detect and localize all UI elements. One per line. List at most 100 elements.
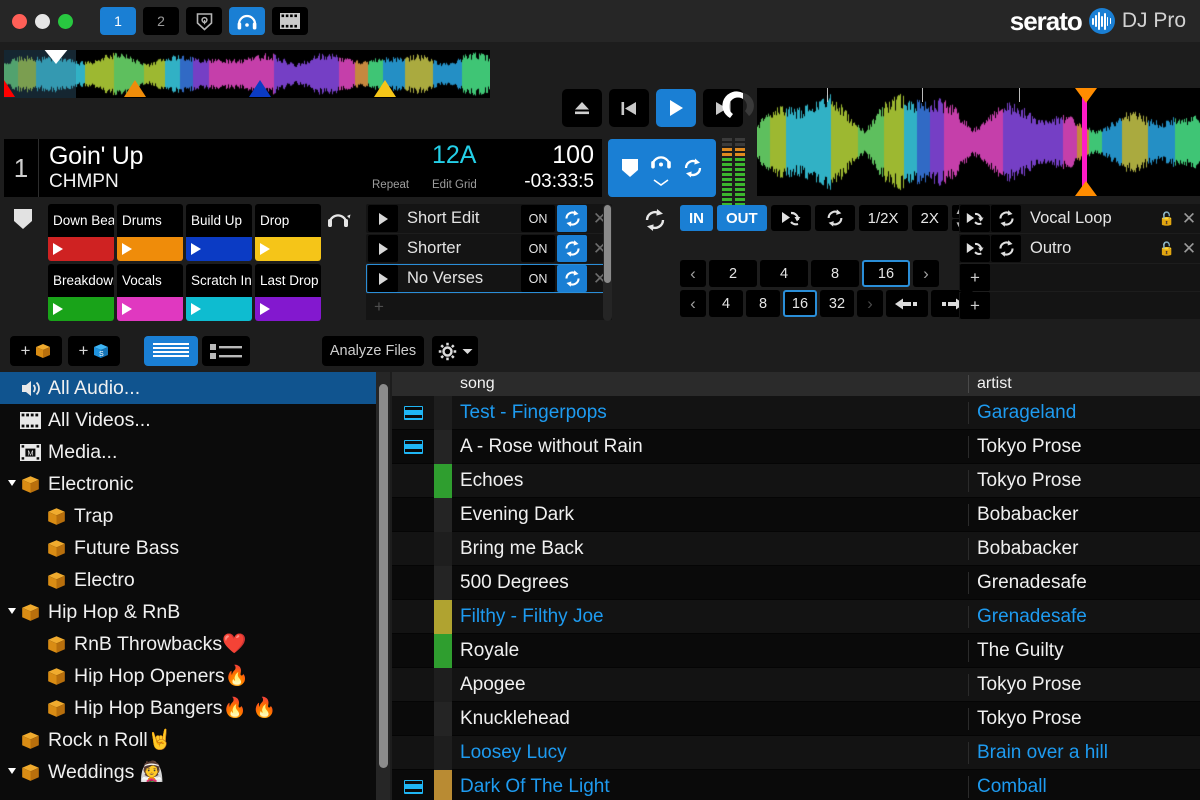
saved-loop-sync-button[interactable] bbox=[991, 235, 1021, 262]
loop-size[interactable]: 16 bbox=[783, 290, 817, 317]
sidebar-item[interactable]: All Audio... bbox=[0, 372, 376, 404]
beatjump-size[interactable]: 4 bbox=[760, 260, 808, 287]
table-row[interactable]: A - Rose without RainTokyo Prose bbox=[392, 430, 1200, 464]
color-cell[interactable] bbox=[434, 396, 452, 430]
eject-button[interactable] bbox=[562, 89, 602, 127]
loop-in-button[interactable]: IN bbox=[680, 205, 713, 231]
edit-list-row[interactable]: Short EditON✕ bbox=[366, 204, 612, 233]
loop-out-button[interactable]: OUT bbox=[717, 205, 767, 231]
color-cell[interactable] bbox=[434, 430, 452, 464]
edit-sync-button[interactable] bbox=[557, 205, 587, 232]
cue-pad-color[interactable] bbox=[117, 297, 183, 321]
beatjump-prev-button[interactable]: ‹ bbox=[680, 290, 706, 317]
edit-on-toggle[interactable]: ON bbox=[521, 205, 555, 232]
disclosure-area[interactable] bbox=[8, 475, 16, 493]
track-list[interactable]: songartistTest - FingerpopsGaragelandA -… bbox=[392, 372, 1200, 800]
cue-pad[interactable]: Vocals bbox=[117, 264, 183, 321]
edit-list-row[interactable]: No VersesON✕ bbox=[366, 264, 612, 293]
loop-size[interactable]: 8 bbox=[746, 290, 780, 317]
table-row[interactable]: RoyaleThe Guilty bbox=[392, 634, 1200, 668]
track-bpm[interactable]: 100 bbox=[552, 141, 594, 170]
plus-icon[interactable]: + bbox=[960, 292, 990, 319]
cue-pad-color[interactable] bbox=[48, 237, 114, 261]
repeat-label[interactable]: Repeat bbox=[372, 179, 409, 191]
saved-loop-reloop-button[interactable] bbox=[960, 205, 990, 232]
sidebar-item[interactable]: MMedia... bbox=[0, 436, 376, 468]
shield-icon-button[interactable] bbox=[186, 7, 222, 35]
deck-1-button[interactable]: 1 bbox=[100, 7, 136, 35]
sidebar-item[interactable]: All Videos... bbox=[0, 404, 376, 436]
cue-pad[interactable]: Last Drop bbox=[255, 264, 321, 321]
saved-loop-row[interactable]: Outro🔓✕ bbox=[959, 234, 1200, 263]
video-button[interactable] bbox=[272, 7, 308, 35]
table-row[interactable]: ApogeeTokyo Prose bbox=[392, 668, 1200, 702]
saved-loop-row[interactable]: Vocal Loop🔓✕ bbox=[959, 204, 1200, 233]
track-key[interactable]: 12A bbox=[432, 141, 476, 170]
edit-play-button[interactable] bbox=[368, 265, 398, 292]
saved-loop-add-row[interactable]: + bbox=[959, 264, 1200, 291]
color-cell[interactable] bbox=[434, 464, 452, 498]
color-cell[interactable] bbox=[434, 532, 452, 566]
cue-pad[interactable]: Scratch In bbox=[186, 264, 252, 321]
beatjump-size[interactable]: 2 bbox=[709, 260, 757, 287]
loop-size[interactable]: 32 bbox=[820, 290, 854, 317]
edit-play-button[interactable] bbox=[368, 205, 398, 232]
cue-pad-color[interactable] bbox=[186, 237, 252, 261]
table-row[interactable]: KnuckleheadTokyo Prose bbox=[392, 702, 1200, 736]
main-waveform[interactable] bbox=[757, 88, 1200, 196]
color-cell[interactable] bbox=[434, 736, 452, 770]
overview-playhead[interactable] bbox=[43, 50, 69, 64]
sync-mode-button[interactable] bbox=[682, 157, 704, 179]
headphone-mode-button[interactable] bbox=[649, 150, 673, 186]
sidebar-item[interactable]: Trap bbox=[0, 500, 376, 532]
table-row[interactable]: Filthy - Filthy JoeGrenadesafe bbox=[392, 600, 1200, 634]
edit-sync-button[interactable] bbox=[557, 235, 587, 262]
column-header-song[interactable]: song bbox=[452, 375, 968, 393]
color-cell[interactable] bbox=[434, 770, 452, 800]
cue-pad-color[interactable] bbox=[186, 297, 252, 321]
beatjump-prev-button[interactable]: ‹ bbox=[680, 260, 706, 287]
column-header-artist[interactable]: artist bbox=[968, 375, 1200, 393]
edit-sync-button[interactable] bbox=[557, 265, 587, 292]
table-row[interactable]: Bring me BackBobabacker bbox=[392, 532, 1200, 566]
sidebar-item[interactable]: Future Bass bbox=[0, 532, 376, 564]
view-compact-button[interactable] bbox=[144, 336, 198, 366]
deck-2-button[interactable]: 2 bbox=[143, 7, 179, 35]
edit-on-toggle[interactable]: ON bbox=[521, 235, 555, 262]
table-row[interactable]: 500 DegreesGrenadesafe bbox=[392, 566, 1200, 600]
cue-pad-color[interactable] bbox=[117, 237, 183, 261]
minimize-window-button[interactable] bbox=[35, 14, 50, 29]
sidebar-item[interactable]: Hip Hop Bangers🔥 🔥 bbox=[0, 692, 376, 724]
cue-pad[interactable]: Drop bbox=[255, 204, 321, 261]
sidebar-item[interactable]: Hip Hop Openers🔥 bbox=[0, 660, 376, 692]
maximize-window-button[interactable] bbox=[58, 14, 73, 29]
sidebar-scrollbar-thumb[interactable] bbox=[379, 384, 388, 768]
pad-mode-shield-button[interactable] bbox=[12, 207, 34, 236]
edit-grid-label[interactable]: Edit Grid bbox=[432, 179, 477, 191]
cue-pad[interactable]: Build Up bbox=[186, 204, 252, 261]
saved-loop-add-row[interactable]: + bbox=[959, 292, 1200, 319]
cue-pad-color[interactable] bbox=[48, 297, 114, 321]
cue-pad-color[interactable] bbox=[255, 297, 321, 321]
saved-loop-sync-button[interactable] bbox=[991, 205, 1021, 232]
cue-pad[interactable]: Down Beat bbox=[48, 204, 114, 261]
platter-knob[interactable] bbox=[722, 88, 758, 126]
color-cell[interactable] bbox=[434, 702, 452, 736]
analyze-files-button[interactable]: Analyze Files bbox=[322, 336, 424, 366]
disclosure-triangle-icon[interactable] bbox=[8, 480, 16, 488]
loop-active-button[interactable] bbox=[815, 205, 855, 231]
saved-loop-delete-button[interactable]: ✕ bbox=[1178, 209, 1200, 229]
reloop-button[interactable] bbox=[771, 205, 811, 231]
disclosure-triangle-icon[interactable] bbox=[8, 768, 16, 776]
sidebar-item[interactable]: RnB Throwbacks❤️ bbox=[0, 628, 376, 660]
settings-button[interactable] bbox=[432, 336, 478, 366]
disclosure-triangle-icon[interactable] bbox=[8, 608, 16, 616]
cue-pad[interactable]: Drums bbox=[117, 204, 183, 261]
saved-loop-reloop-button[interactable] bbox=[960, 235, 990, 262]
cue-mode-panel[interactable] bbox=[608, 139, 716, 197]
lock-icon[interactable]: 🔓 bbox=[1156, 211, 1178, 227]
color-cell[interactable] bbox=[434, 668, 452, 702]
saved-loop-delete-button[interactable]: ✕ bbox=[1178, 239, 1200, 259]
table-row[interactable]: Dark Of The LightComball bbox=[392, 770, 1200, 800]
edit-list-scrollbar-thumb[interactable] bbox=[604, 205, 611, 283]
